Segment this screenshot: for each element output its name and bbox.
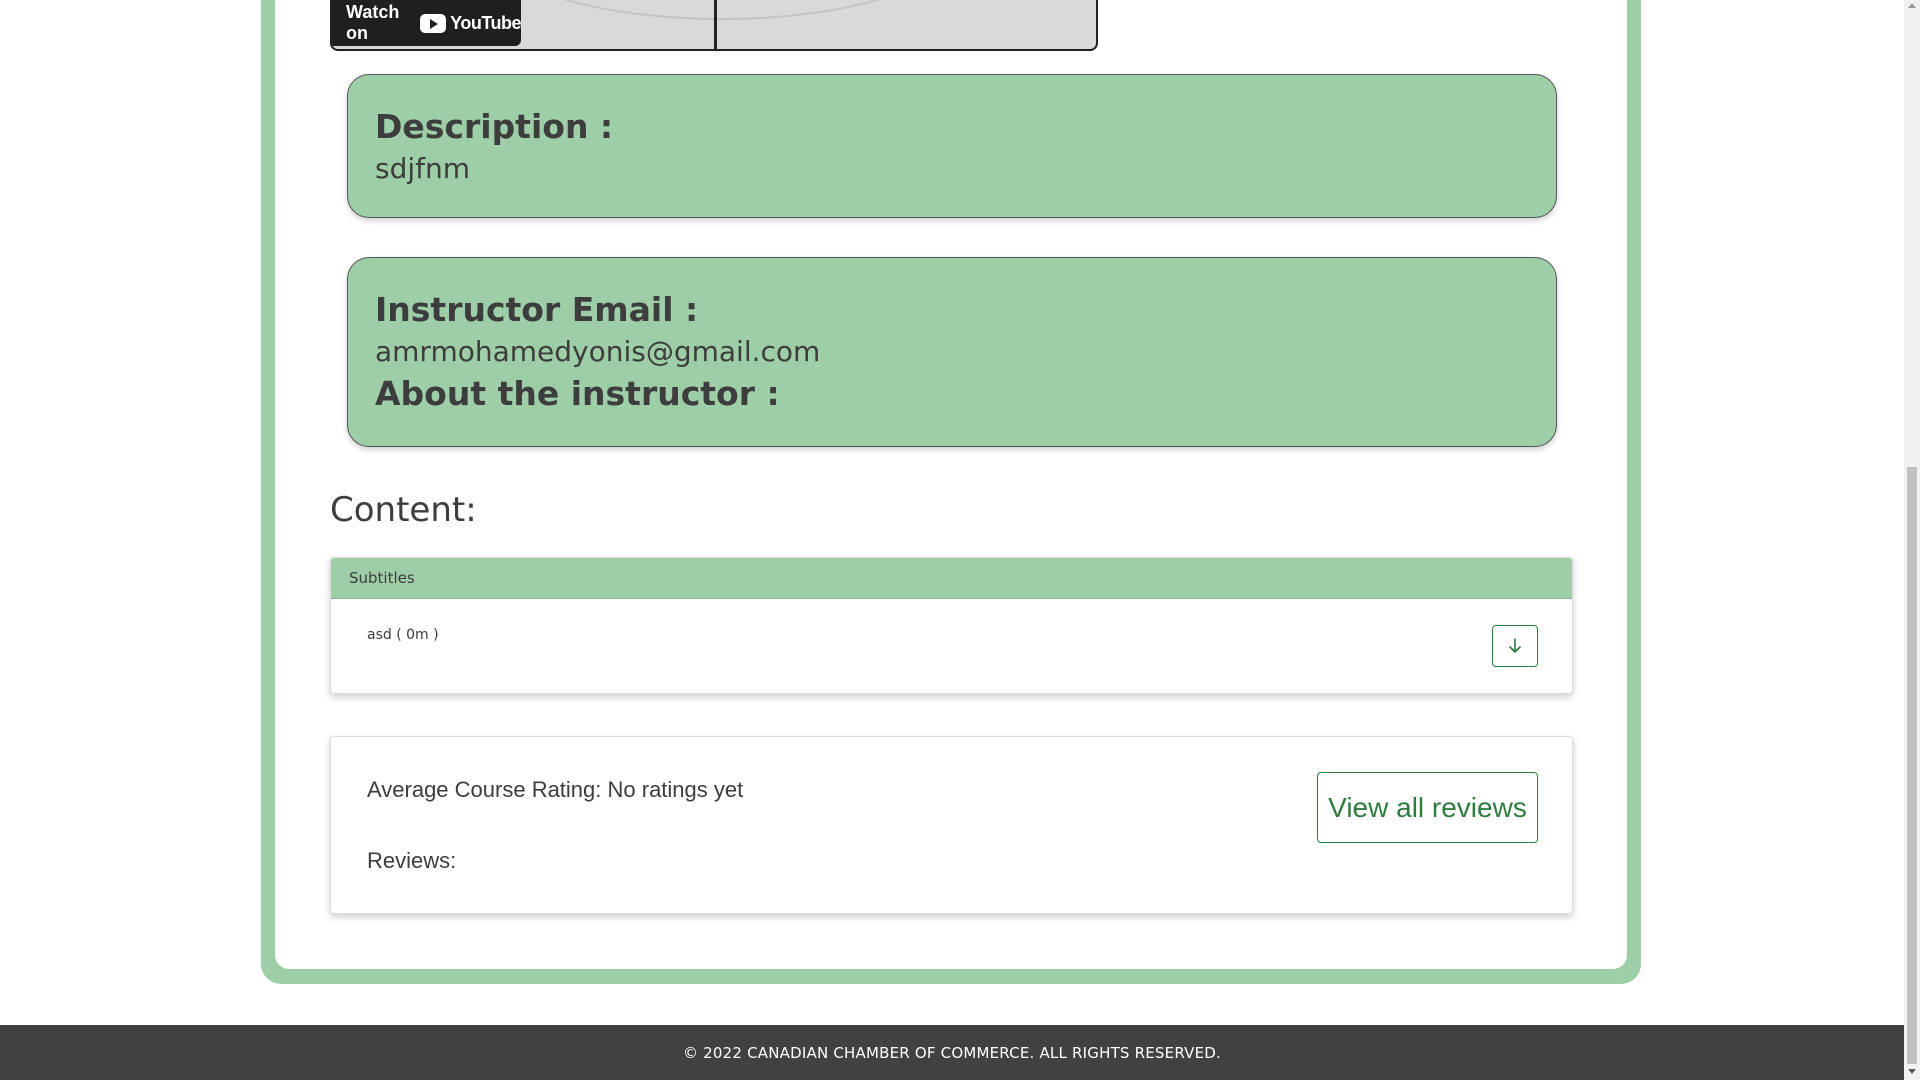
download-button[interactable] bbox=[1492, 625, 1538, 667]
footer: © 2022 CANADIAN CHAMBER OF COMMERCE. ALL… bbox=[0, 1025, 1904, 1080]
scrollbar-thumb[interactable] bbox=[1907, 467, 1917, 1064]
content-heading: Content: bbox=[330, 490, 477, 530]
watch-on-youtube-button[interactable]: Watch on YouTube bbox=[332, 0, 521, 46]
description-card: Description : sdjfnm bbox=[347, 74, 1557, 218]
ratings-card: Average Course Rating: No ratings yet Re… bbox=[330, 736, 1573, 914]
scroll-up-icon[interactable] bbox=[1908, 3, 1916, 8]
youtube-logo: YouTube bbox=[420, 13, 521, 34]
description-label: Description : bbox=[375, 107, 614, 146]
youtube-wordmark: YouTube bbox=[450, 12, 521, 33]
content-accordion: Subtitles asd ( 0m ) bbox=[330, 557, 1573, 694]
average-rating: Average Course Rating: No ratings yet bbox=[367, 777, 744, 802]
youtube-play-icon bbox=[420, 13, 447, 33]
video-thumbnail-line bbox=[714, 0, 717, 49]
scroll-down-icon[interactable] bbox=[1908, 1069, 1916, 1074]
content-item-label: asd ( 0m ) bbox=[367, 627, 439, 643]
video-thumbnail-arc bbox=[482, 0, 962, 20]
watch-on-label: Watch on bbox=[346, 2, 400, 43]
scrollbar[interactable] bbox=[1904, 0, 1920, 1080]
footer-copyright: © 2022 CANADIAN CHAMBER OF COMMERCE. ALL… bbox=[683, 1043, 1221, 1062]
download-arrow-icon bbox=[1509, 638, 1521, 653]
instructor-card: Instructor Email : amrmohamedyonis@gmail… bbox=[347, 257, 1557, 447]
reviews-label: Reviews: bbox=[367, 848, 457, 873]
description-value: sdjfnm bbox=[375, 152, 471, 185]
page: Watch on YouTube Description : sdjfnm In… bbox=[0, 0, 1920, 1080]
instructor-email-value: amrmohamedyonis@gmail.com bbox=[375, 335, 821, 368]
instructor-email-label: Instructor Email : bbox=[375, 290, 699, 329]
list-item: asd ( 0m ) bbox=[331, 599, 1572, 693]
view-all-reviews-button[interactable]: View all reviews bbox=[1317, 772, 1538, 843]
video-player[interactable]: Watch on YouTube bbox=[330, 0, 1098, 51]
about-instructor-label: About the instructor : bbox=[375, 374, 780, 413]
accordion-header-subtitles[interactable]: Subtitles bbox=[331, 558, 1572, 599]
